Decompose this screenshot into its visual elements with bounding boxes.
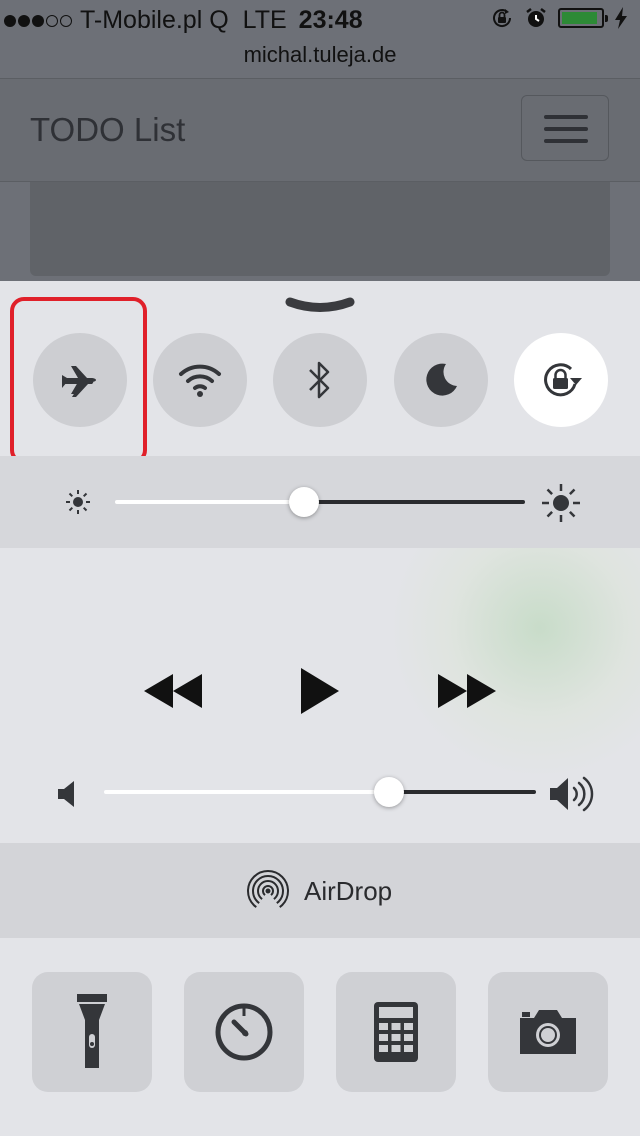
airplane-icon	[58, 358, 102, 402]
do-not-disturb-toggle[interactable]	[394, 333, 488, 427]
camera-button[interactable]	[488, 972, 608, 1092]
quick-apps-row	[0, 938, 640, 1136]
rewind-icon[interactable]	[144, 674, 202, 708]
page-navbar: TODO List	[0, 78, 640, 182]
airdrop-icon	[246, 869, 290, 913]
bluetooth-icon	[305, 358, 335, 402]
browser-url[interactable]: michal.tuleja.de	[0, 40, 640, 78]
timer-icon	[214, 1002, 274, 1062]
network-type: LTE	[242, 6, 287, 34]
brightness-section	[0, 456, 640, 548]
play-icon[interactable]	[301, 668, 339, 714]
timer-button[interactable]	[184, 972, 304, 1092]
calculator-icon	[374, 1002, 418, 1062]
fast-forward-icon[interactable]	[438, 674, 496, 708]
brightness-high-icon	[540, 482, 582, 524]
clock: 23:48	[298, 6, 363, 34]
moon-icon	[421, 360, 461, 400]
status-bar: T-Mobile.pl Q LTE 23:48	[0, 0, 640, 40]
airplane-mode-toggle[interactable]	[33, 333, 127, 427]
flashlight-button[interactable]	[32, 972, 152, 1092]
toggle-row	[0, 281, 640, 464]
calculator-button[interactable]	[336, 972, 456, 1092]
rotation-lock-icon	[490, 6, 514, 30]
hamburger-menu-icon[interactable]	[521, 95, 609, 161]
volume-slider-thumb[interactable]	[374, 777, 405, 807]
rotation-lock-toggle[interactable]	[514, 333, 608, 427]
media-section	[0, 548, 640, 843]
brightness-low-icon	[64, 488, 92, 516]
charging-bolt-icon	[614, 6, 628, 30]
status-left: T-Mobile.pl Q LTE 23:48	[4, 6, 363, 35]
brightness-slider[interactable]	[115, 484, 525, 520]
control-center: AirDrop	[0, 281, 640, 1136]
airdrop-label: AirDrop	[304, 875, 393, 906]
camera-icon	[516, 1008, 580, 1056]
status-right	[490, 6, 628, 30]
wifi-icon	[178, 360, 222, 400]
volume-high-icon	[550, 776, 594, 812]
volume-low-icon	[58, 781, 80, 807]
page-content-card	[30, 182, 610, 276]
flashlight-icon	[77, 994, 107, 1070]
bluetooth-toggle[interactable]	[273, 333, 367, 427]
brightness-slider-thumb[interactable]	[288, 487, 319, 517]
carrier-name: T-Mobile.pl Q	[80, 6, 229, 34]
wifi-toggle[interactable]	[153, 333, 247, 427]
volume-slider[interactable]	[104, 774, 536, 810]
signal-strength-icon	[4, 14, 72, 27]
battery-icon	[558, 8, 608, 28]
page-title[interactable]: TODO List	[30, 111, 185, 149]
alarm-icon	[524, 6, 548, 30]
airdrop-button[interactable]: AirDrop	[0, 843, 640, 938]
rotation-lock-icon	[537, 356, 585, 404]
